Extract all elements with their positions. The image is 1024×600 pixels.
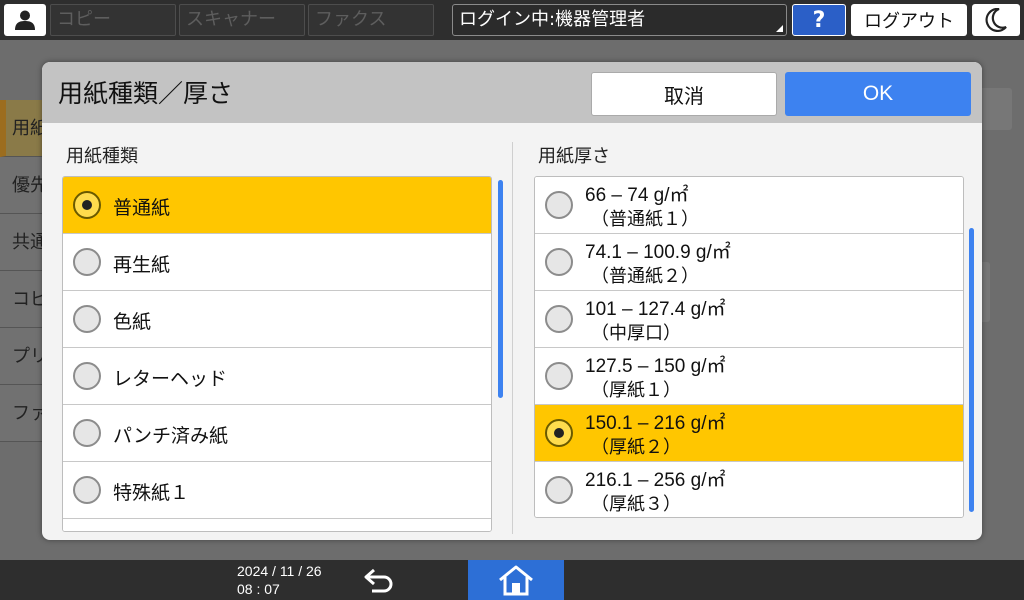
date-time: 2024 / 11 / 26 08 : 07 [237,562,322,598]
radio-icon [545,191,573,219]
app-fax-button[interactable]: ファクス [308,4,434,36]
back-arrow-icon [364,568,393,593]
dialog-title: 用紙種類／厚さ [58,79,234,108]
dropdown-corner-icon [776,25,783,32]
paper-thickness-option[interactable]: 101 – 127.4 g/㎡ （中厚口） [535,291,963,348]
radio-selected-icon [73,191,101,219]
radio-selected-icon [545,419,573,447]
paper-thickness-list[interactable]: 66 – 74 g/㎡ （普通紙１） 74.1 – 100.9 g/㎡ （普通紙… [534,176,964,518]
dialog-header: 用紙種類／厚さ 取消 OK [42,62,982,123]
logout-button[interactable]: ログアウト [851,4,967,36]
back-button[interactable] [360,564,400,596]
thickness-name: （普通紙１） [591,209,699,230]
time-text: 08 : 07 [237,581,280,597]
home-icon [499,565,533,596]
radio-icon [73,419,101,447]
column-divider [512,142,513,534]
option-label: 特殊紙１ [113,482,190,504]
paper-type-list[interactable]: 普通紙 再生紙 色紙 レターヘッド パンチ済み紙 特殊紙１ [62,176,492,532]
thickness-name: （厚紙２） [591,437,681,458]
radio-icon [73,362,101,390]
help-button[interactable]: ? [792,4,846,36]
thickness-name: （普通紙２） [591,266,699,287]
option-label: レターヘッド [113,368,228,390]
radio-icon [73,248,101,276]
paper-type-heading: 用紙種類 [66,146,138,167]
paper-thickness-option[interactable]: 150.1 – 216 g/㎡ （厚紙２） [535,405,963,462]
paper-type-option[interactable]: 再生紙 [63,234,491,291]
radio-icon [545,248,573,276]
thickness-range: 101 – 127.4 g/㎡ [585,299,726,320]
paper-type-option[interactable]: 普通紙 [63,177,491,234]
thickness-name: （中厚口） [591,323,681,344]
paper-thickness-scrollbar[interactable] [969,228,974,512]
thickness-range: 127.5 – 150 g/㎡ [585,356,726,377]
cancel-button[interactable]: 取消 [591,72,777,116]
paper-type-option[interactable]: レターヘッド [63,348,491,405]
login-status-text: ログイン中:機器管理者 [459,9,646,30]
paper-type-option[interactable]: 色紙 [63,291,491,348]
radio-icon [73,476,101,504]
paper-type-option-partial[interactable] [63,519,491,531]
thickness-range: 74.1 – 100.9 g/㎡ [585,242,731,263]
radio-icon [545,476,573,504]
paper-thickness-option[interactable]: 74.1 – 100.9 g/㎡ （普通紙２） [535,234,963,291]
option-label: パンチ済み紙 [113,425,228,447]
ok-button[interactable]: OK [785,72,971,116]
app-scanner-button[interactable]: スキャナー [179,4,305,36]
user-button[interactable] [4,4,46,36]
radio-icon [545,362,573,390]
option-label: 色紙 [113,311,152,333]
login-status-dropdown[interactable]: ログイン中:機器管理者 [452,4,787,36]
date-text: 2024 / 11 / 26 [237,563,322,579]
bottom-bar: 2024 / 11 / 26 08 : 07 [0,560,1024,600]
theme-toggle-button[interactable] [972,4,1020,36]
paper-thickness-heading: 用紙厚さ [538,146,610,167]
paper-type-scrollbar[interactable] [498,180,503,398]
option-label: 普通紙 [113,197,171,219]
paper-thickness-option[interactable]: 66 – 74 g/㎡ （普通紙１） [535,177,963,234]
moon-icon [985,8,1007,32]
thickness-name: （厚紙１） [591,380,681,401]
top-bar: コピー スキャナー ファクス ログイン中:機器管理者 ? ログアウト [0,0,1024,40]
radio-icon [73,305,101,333]
thickness-range: 216.1 – 256 g/㎡ [585,470,726,491]
paper-thickness-option[interactable]: 216.1 – 256 g/㎡ （厚紙３） [535,462,963,517]
paper-thickness-option[interactable]: 127.5 – 150 g/㎡ （厚紙１） [535,348,963,405]
paper-type-option[interactable]: 特殊紙１ [63,462,491,519]
app-copy-button[interactable]: コピー [50,4,176,36]
home-button[interactable] [468,560,564,600]
thickness-range: 150.1 – 216 g/㎡ [585,413,726,434]
thickness-name: （厚紙３） [591,494,681,515]
paper-type-thickness-dialog: 用紙種類／厚さ 取消 OK 用紙種類 普通紙 再生紙 色紙 レターヘッド パンチ… [42,62,982,540]
thickness-range: 66 – 74 g/㎡ [585,185,689,206]
user-icon [15,10,35,30]
radio-icon [545,305,573,333]
option-label: 再生紙 [113,254,171,276]
paper-type-option[interactable]: パンチ済み紙 [63,405,491,462]
